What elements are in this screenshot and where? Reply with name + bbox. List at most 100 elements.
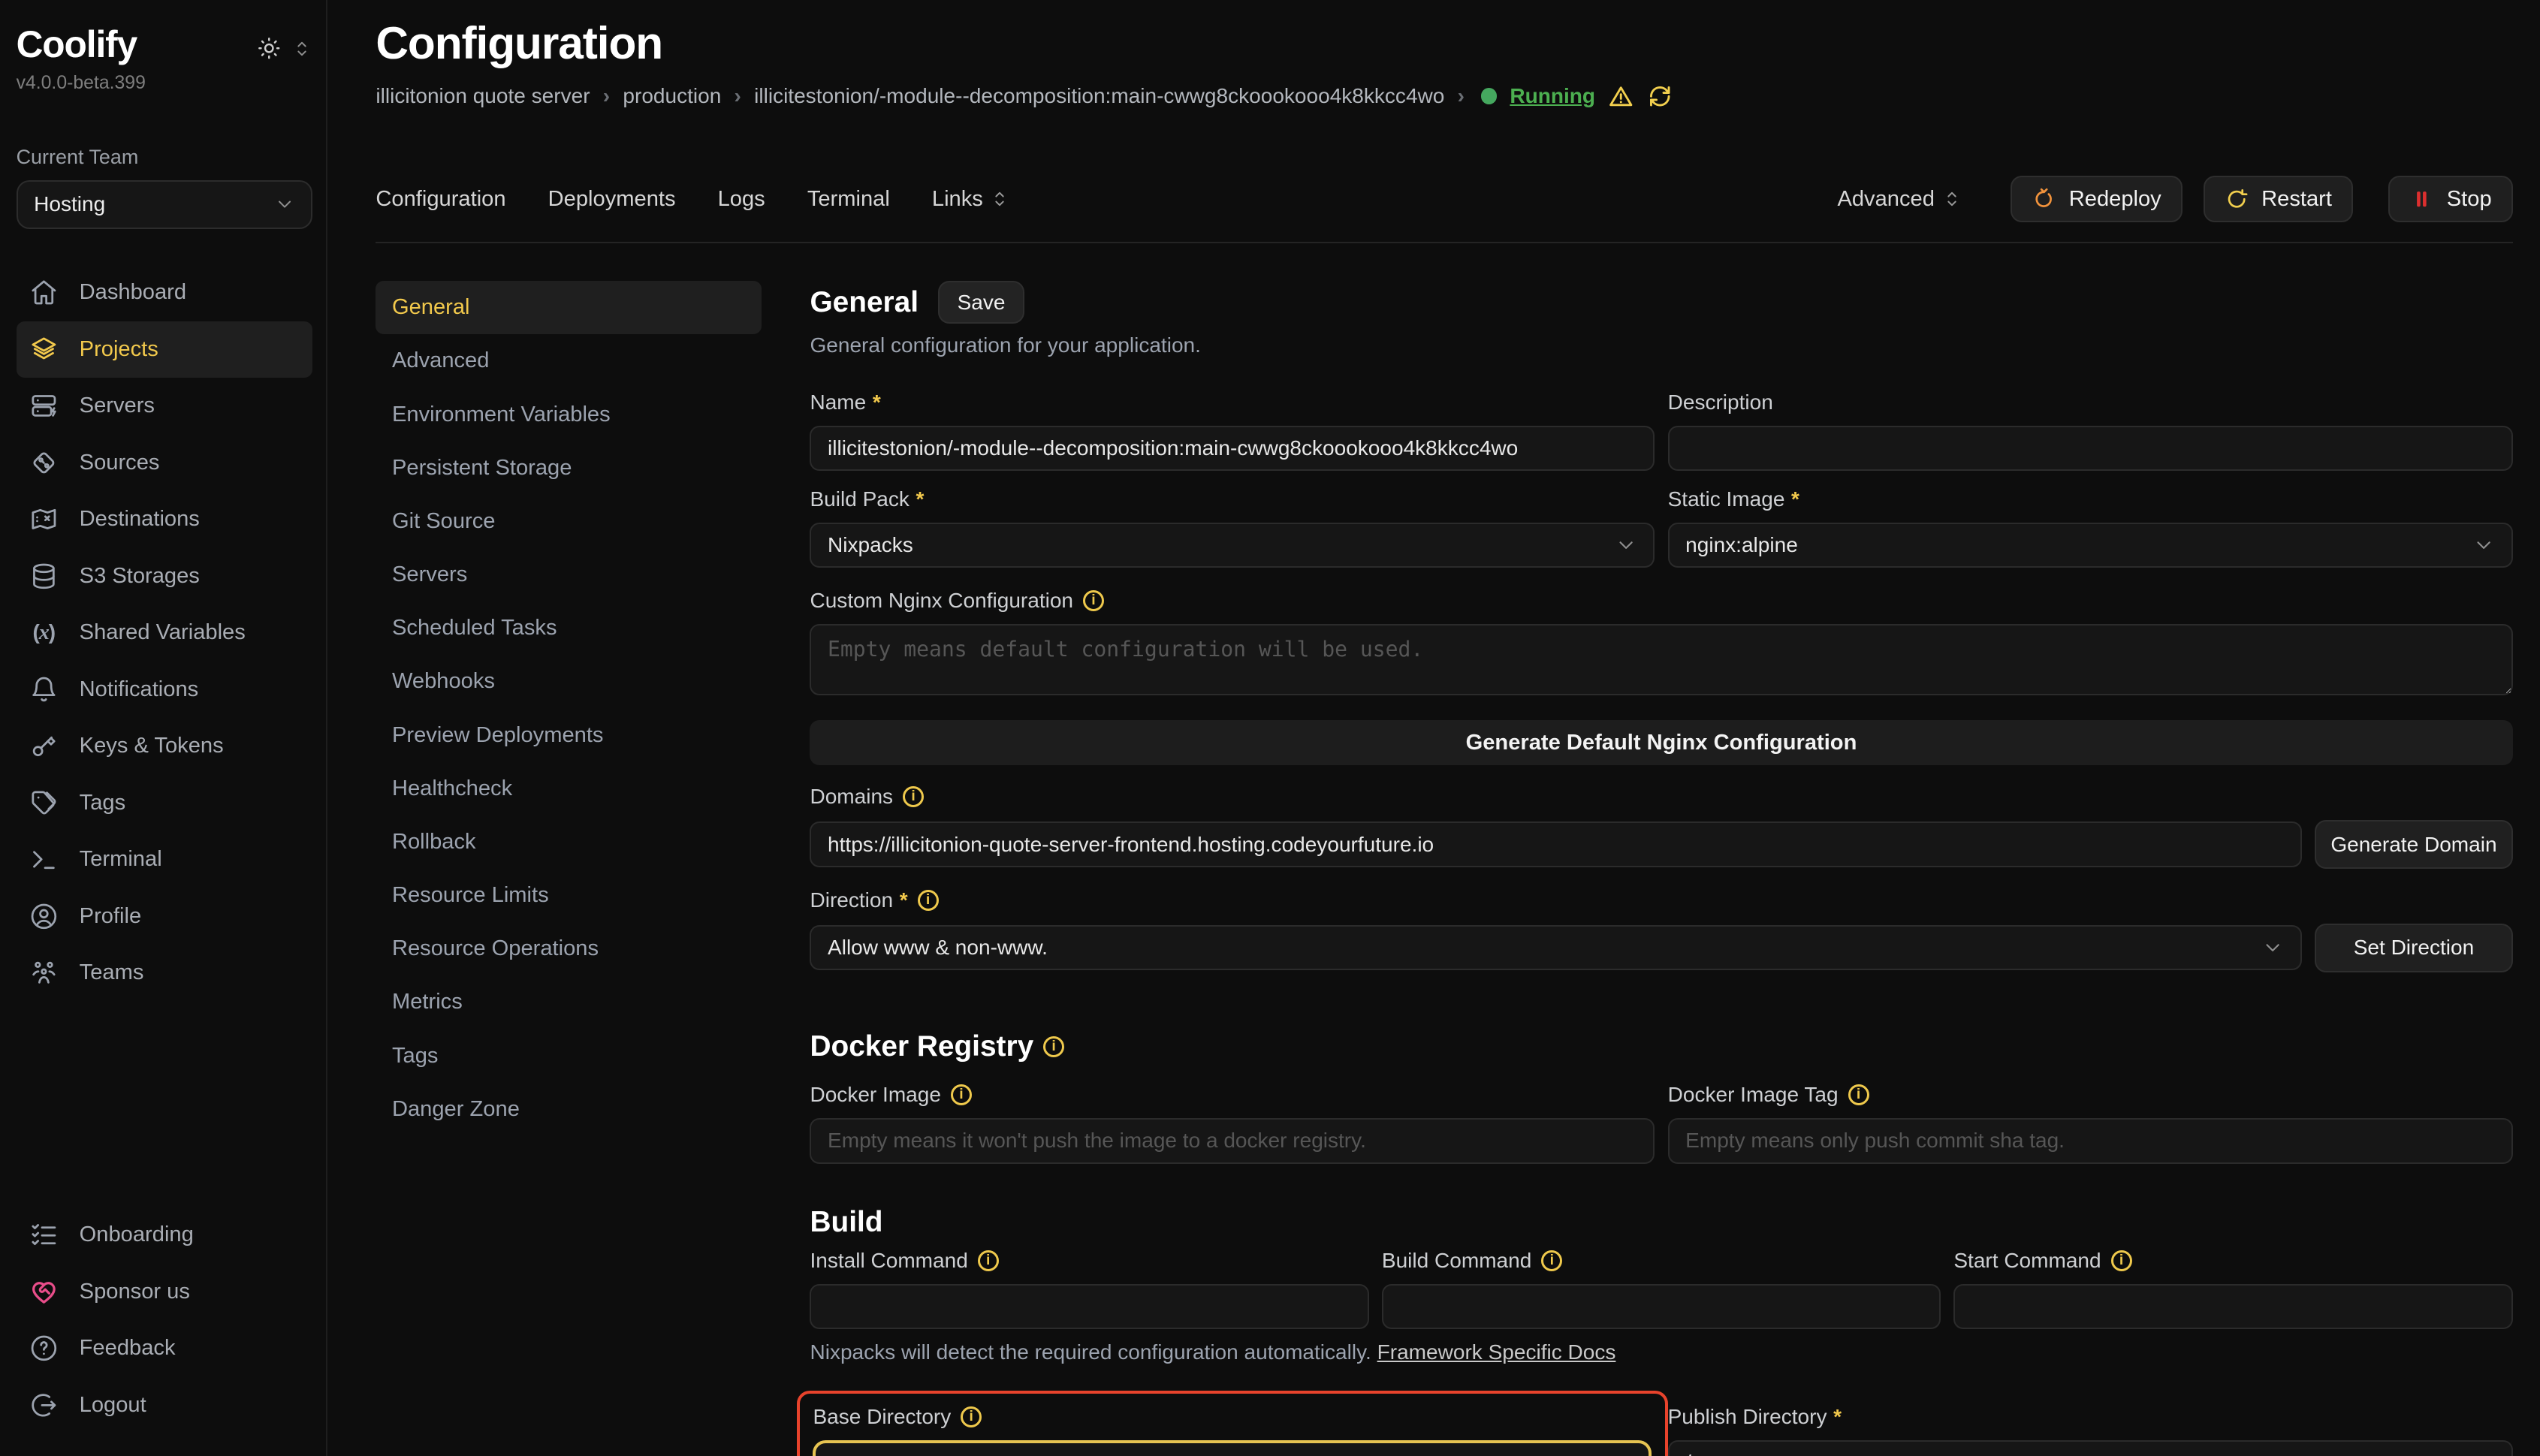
sidebar-item-onboarding[interactable]: Onboarding — [17, 1207, 313, 1263]
subnav-scheduled-tasks[interactable]: Scheduled Tasks — [376, 601, 761, 655]
framework-docs-link[interactable]: Framework Specific Docs — [1377, 1340, 1616, 1364]
sidebar-item-logout[interactable]: Logout — [17, 1376, 313, 1433]
info-icon[interactable]: i — [951, 1084, 972, 1105]
sidebar-item-sponsor[interactable]: Sponsor us — [17, 1264, 313, 1320]
breadcrumb-separator: › — [1458, 84, 1465, 108]
sidebar-item-label: Onboarding — [80, 1222, 194, 1247]
sidebar-item-keys-tokens[interactable]: Keys & Tokens — [17, 718, 313, 774]
breadcrumb-environment[interactable]: production — [623, 84, 721, 108]
start-command-input[interactable] — [1953, 1284, 2512, 1329]
description-input[interactable] — [1668, 426, 2513, 471]
subnav-rollback[interactable]: Rollback — [376, 815, 761, 869]
refresh-icon[interactable] — [1647, 83, 1673, 110]
tab-terminal[interactable]: Terminal — [807, 187, 890, 212]
subnav-resource-operations[interactable]: Resource Operations — [376, 922, 761, 975]
build-pack-select[interactable]: Nixpacks — [810, 523, 1655, 568]
sidebar-item-feedback[interactable]: Feedback — [17, 1320, 313, 1376]
info-icon[interactable]: i — [1083, 590, 1104, 611]
docker-image-tag-input[interactable] — [1668, 1118, 2513, 1163]
sidebar-item-teams[interactable]: Teams — [17, 945, 313, 1001]
theme-selector-icon[interactable] — [291, 38, 312, 59]
team-select[interactable]: Hosting — [17, 180, 313, 229]
breadcrumb-application[interactable]: illicitestonion/-module--decomposition:m… — [754, 84, 1444, 108]
build-command-input[interactable] — [1382, 1284, 1941, 1329]
sidebar-item-label: Tags — [80, 791, 126, 815]
subnav-webhooks[interactable]: Webhooks — [376, 655, 761, 708]
sidebar-item-label: Feedback — [80, 1336, 176, 1361]
domains-input[interactable] — [810, 821, 2302, 867]
subnav-advanced[interactable]: Advanced — [376, 334, 761, 387]
tab-deployments[interactable]: Deployments — [548, 187, 676, 212]
sidebar-item-profile[interactable]: Profile — [17, 888, 313, 944]
subnav-tags[interactable]: Tags — [376, 1029, 761, 1082]
custom-nginx-textarea[interactable] — [810, 624, 2512, 695]
subnav-environment-variables[interactable]: Environment Variables — [376, 387, 761, 441]
subnav-healthcheck[interactable]: Healthcheck — [376, 761, 761, 815]
generate-nginx-config-button[interactable]: Generate Default Nginx Configuration — [810, 720, 2512, 765]
restart-button[interactable]: Restart — [2204, 176, 2353, 223]
sidebar-item-label: Teams — [80, 960, 144, 985]
tab-links[interactable]: Links — [932, 187, 1011, 212]
team-select-value: Hosting — [34, 192, 105, 216]
tab-logs[interactable]: Logs — [718, 187, 765, 212]
direction-label: Direction*i — [810, 888, 2512, 912]
generate-domain-button[interactable]: Generate Domain — [2315, 820, 2512, 869]
sidebar-item-s3-storages[interactable]: S3 Storages — [17, 547, 313, 604]
sidebar-item-dashboard[interactable]: Dashboard — [17, 264, 313, 321]
git-icon — [29, 448, 59, 478]
info-icon[interactable]: i — [903, 786, 924, 807]
set-direction-button[interactable]: Set Direction — [2315, 924, 2512, 972]
install-command-input[interactable] — [810, 1284, 1368, 1329]
sidebar-item-label: Terminal — [80, 847, 162, 872]
theme-sun-icon[interactable] — [256, 35, 282, 62]
subnav-git-source[interactable]: Git Source — [376, 495, 761, 548]
info-icon[interactable]: i — [918, 890, 939, 911]
info-icon[interactable]: i — [1541, 1250, 1562, 1271]
info-icon[interactable]: i — [1043, 1036, 1064, 1057]
subnav-preview-deployments[interactable]: Preview Deployments — [376, 708, 761, 761]
save-button[interactable]: Save — [938, 281, 1024, 324]
status-running-link[interactable]: Running — [1510, 84, 1595, 108]
subnav-general[interactable]: General — [376, 281, 761, 334]
redeploy-button[interactable]: Redeploy — [2011, 176, 2182, 223]
breadcrumb-project[interactable]: illicitonion quote server — [376, 84, 590, 108]
sidebar-item-projects[interactable]: Projects — [17, 321, 313, 378]
sidebar-item-shared-variables[interactable]: (x) Shared Variables — [17, 604, 313, 661]
stop-button[interactable]: Stop — [2388, 176, 2512, 223]
sidebar-item-label: Logout — [80, 1393, 146, 1418]
advanced-menu[interactable]: Advanced — [1837, 187, 1962, 212]
subnav-servers[interactable]: Servers — [376, 548, 761, 601]
sidebar-item-label: Sponsor us — [80, 1280, 190, 1304]
tab-configuration[interactable]: Configuration — [376, 187, 505, 212]
sidebar-item-tags[interactable]: Tags — [17, 774, 313, 830]
info-icon[interactable]: i — [978, 1250, 999, 1271]
info-icon[interactable]: i — [1848, 1084, 1869, 1105]
base-directory-input[interactable] — [813, 1440, 1652, 1456]
sidebar-item-sources[interactable]: Sources — [17, 435, 313, 491]
sidebar-item-destinations[interactable]: Destinations — [17, 491, 313, 547]
sidebar-item-servers[interactable]: Servers — [17, 378, 313, 434]
direction-select[interactable]: Allow www & non-www. — [810, 925, 2302, 970]
info-icon[interactable]: i — [2111, 1250, 2132, 1271]
name-input[interactable] — [810, 426, 1655, 471]
chevron-down-icon — [2472, 534, 2495, 556]
static-image-select[interactable]: nginx:alpine — [1668, 523, 2513, 568]
key-icon — [29, 731, 59, 761]
subnav-metrics[interactable]: Metrics — [376, 975, 761, 1029]
subnav-resource-limits[interactable]: Resource Limits — [376, 869, 761, 922]
name-label: Name* — [810, 390, 1655, 414]
publish-directory-input[interactable] — [1668, 1440, 2513, 1456]
sidebar-item-notifications[interactable]: Notifications — [17, 661, 313, 717]
variable-icon: (x) — [29, 618, 59, 647]
chevron-down-icon — [274, 194, 295, 215]
info-icon[interactable]: i — [961, 1406, 982, 1427]
subnav-danger-zone[interactable]: Danger Zone — [376, 1083, 761, 1136]
warning-icon[interactable] — [1608, 83, 1634, 110]
general-panel: General Save General configuration for y… — [810, 281, 2512, 1456]
sidebar-item-terminal[interactable]: Terminal — [17, 831, 313, 888]
docker-image-tag-label: Docker Image Tagi — [1668, 1083, 2513, 1107]
subnav-persistent-storage[interactable]: Persistent Storage — [376, 441, 761, 494]
stop-icon — [2409, 187, 2433, 211]
docker-image-input[interactable] — [810, 1118, 1655, 1163]
tag-icon — [29, 788, 59, 818]
